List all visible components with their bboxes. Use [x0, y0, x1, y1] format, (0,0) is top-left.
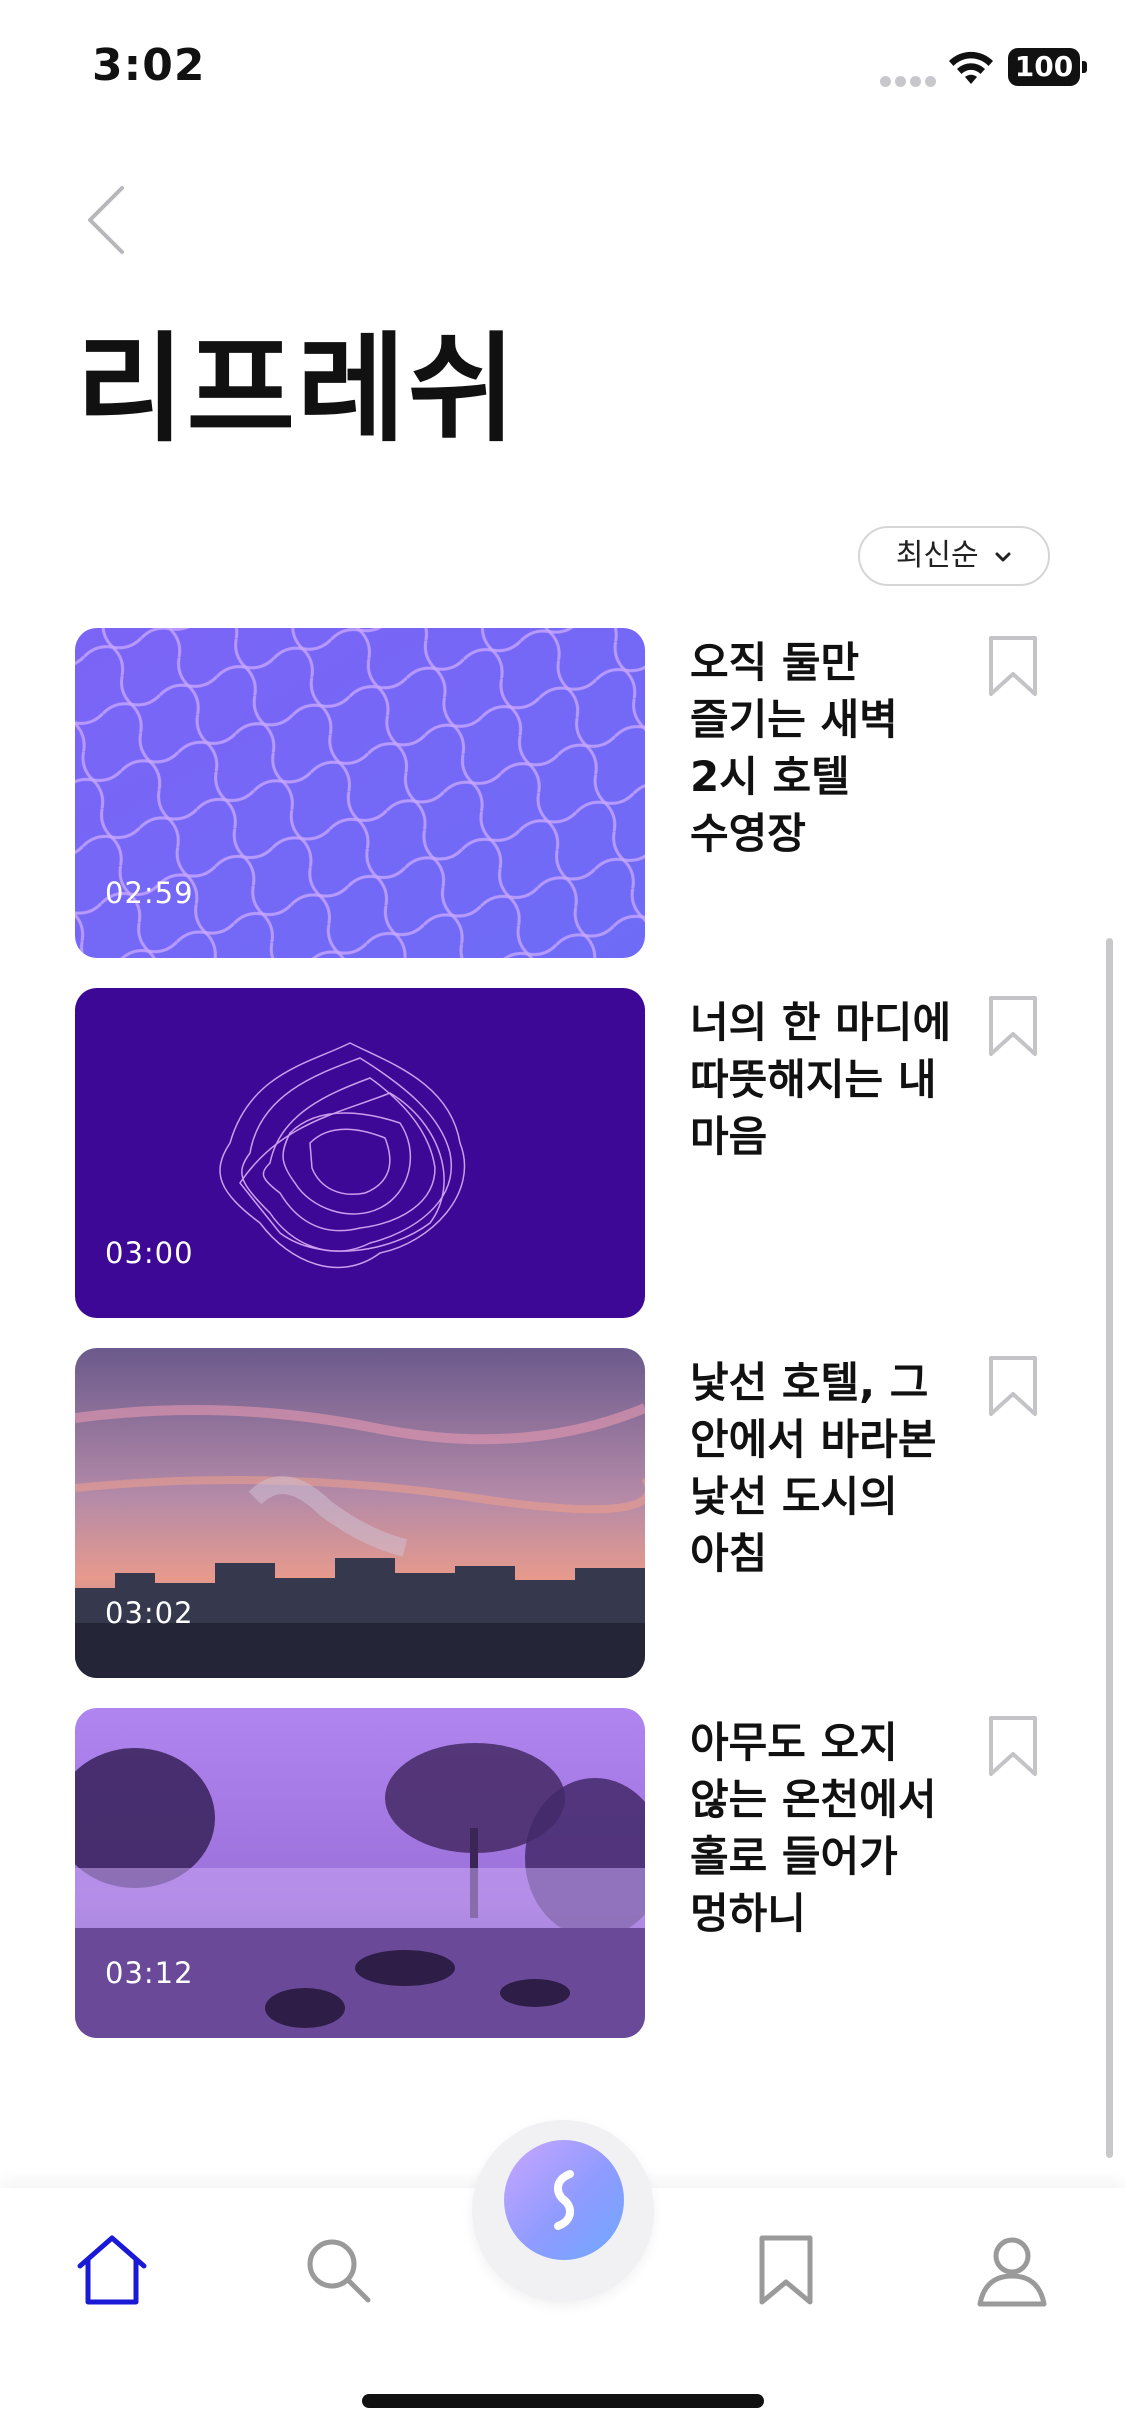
chevron-left-icon	[88, 186, 124, 254]
video-thumbnail[interactable]: 03:12	[75, 1708, 645, 2038]
battery-indicator: 100	[1008, 48, 1087, 86]
video-title[interactable]: 오직 둘만 즐기는 새벽 2시 호텔 수영장	[690, 634, 975, 862]
bookmark-icon[interactable]	[985, 634, 1041, 698]
status-bar: 3:02 100	[0, 0, 1125, 140]
video-thumbnail[interactable]: 02:59	[75, 628, 645, 958]
page-title: 리프레쉬	[76, 320, 519, 458]
center-logo-icon	[554, 2170, 574, 2230]
sort-label: 최신순	[895, 538, 979, 573]
bookmark-icon[interactable]	[985, 1714, 1041, 1778]
list-item: 02:59 오직 둘만 즐기는 새벽 2시 호텔 수영장	[0, 628, 1125, 958]
wifi-icon	[949, 51, 993, 84]
video-title[interactable]: 아무도 오지 않는 온천에서 홀로 들어가 멍하니	[690, 1714, 975, 1942]
sort-dropdown[interactable]: 최신순	[858, 526, 1050, 586]
back-button[interactable]	[78, 180, 138, 260]
chevron-down-icon	[995, 552, 1011, 561]
video-duration: 02:59	[105, 876, 194, 910]
video-duration: 03:02	[105, 1596, 194, 1630]
video-thumbnail[interactable]: 03:00	[75, 988, 645, 1318]
video-duration: 03:00	[105, 1236, 194, 1270]
profile-icon[interactable]	[972, 2230, 1052, 2310]
signal-icon	[880, 72, 940, 91]
home-indicator	[362, 2394, 764, 2408]
bookmark-icon[interactable]	[985, 994, 1041, 1058]
list-item: 03:02 낯선 호텔, 그 안에서 바라본 낯선 도시의 아침	[0, 1348, 1125, 1678]
video-title[interactable]: 너의 한 마디에 따뜻해지는 내 마음	[690, 994, 975, 1165]
video-title[interactable]: 낯선 호텔, 그 안에서 바라본 낯선 도시의 아침	[690, 1354, 975, 1582]
list-item: 03:00 너의 한 마디에 따뜻해지는 내 마음	[0, 988, 1125, 1318]
center-action-button[interactable]	[504, 2140, 624, 2260]
status-time: 3:02	[92, 40, 206, 91]
bookmark-icon[interactable]	[985, 1354, 1041, 1418]
video-thumbnail[interactable]: 03:02	[75, 1348, 645, 1678]
scrollbar[interactable]	[1106, 938, 1113, 2158]
video-duration: 03:12	[105, 1956, 194, 1990]
bookmark-icon[interactable]	[746, 2230, 826, 2310]
home-icon[interactable]	[72, 2230, 152, 2310]
search-icon[interactable]	[298, 2230, 378, 2310]
list-item: 03:12 아무도 오지 않는 온천에서 홀로 들어가 멍하니	[0, 1708, 1125, 2038]
